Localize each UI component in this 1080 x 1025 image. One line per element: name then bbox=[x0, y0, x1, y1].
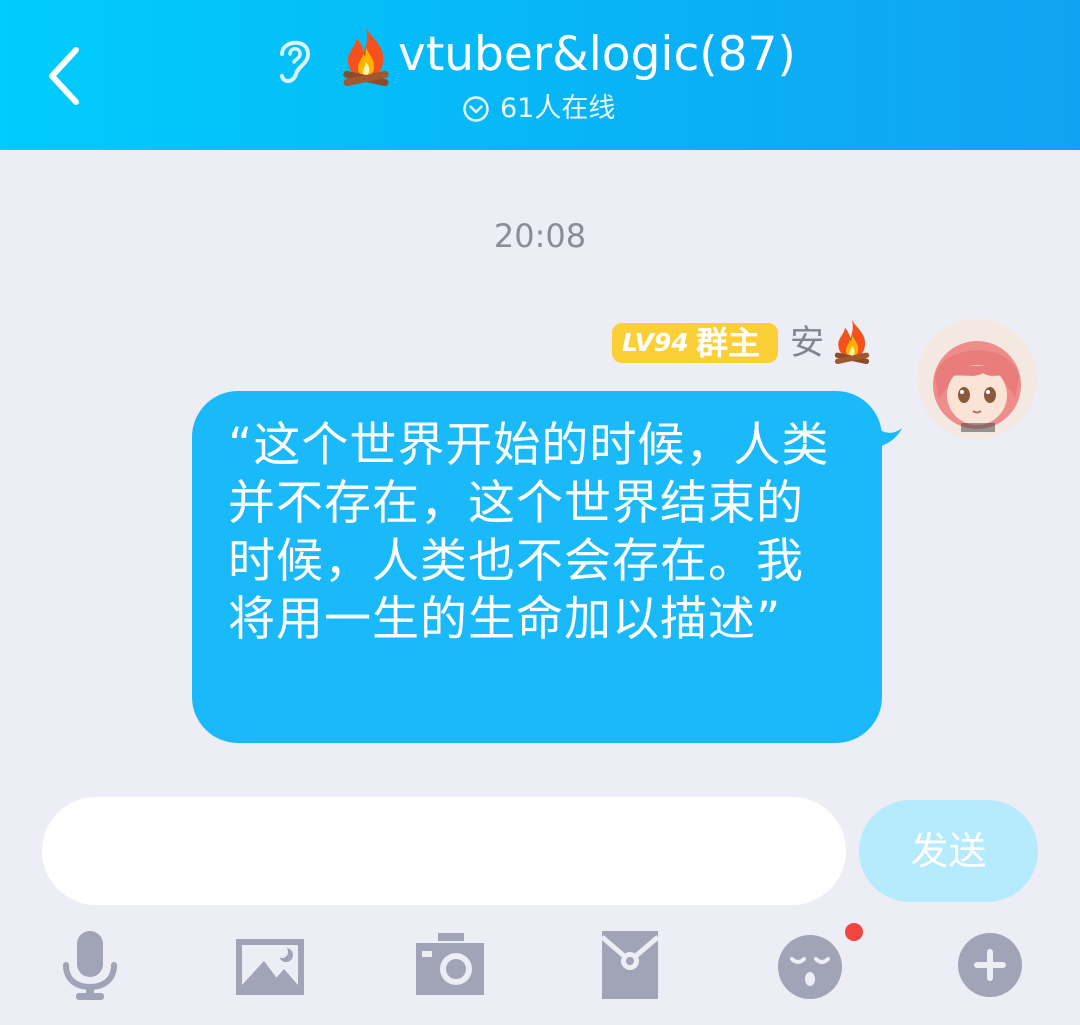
title-row: vtuber&logic(87) bbox=[0, 22, 1080, 92]
notification-dot bbox=[845, 923, 863, 941]
chevron-down-circle-icon bbox=[462, 95, 490, 123]
message-bubble[interactable]: “这个世界开始的时候，人类并不存在，这个世界结束的时候，人类也不会存在。我将用一… bbox=[192, 391, 882, 743]
group-title: vtuber&logic(87) bbox=[398, 27, 796, 82]
level-badge: LV94 群主 bbox=[612, 323, 778, 363]
level-label: LV94 bbox=[622, 328, 689, 357]
bubble-tail bbox=[866, 410, 904, 450]
sender-name[interactable]: 安 bbox=[790, 322, 824, 364]
send-button[interactable]: 发送 bbox=[859, 800, 1038, 902]
avatar[interactable] bbox=[917, 319, 1037, 439]
camera-icon[interactable] bbox=[410, 925, 490, 1005]
online-count: 61人在线 bbox=[500, 93, 616, 124]
ear-icon[interactable] bbox=[272, 32, 316, 88]
image-icon[interactable] bbox=[230, 925, 310, 1005]
role-label: 群主 bbox=[696, 324, 761, 362]
input-toolbar bbox=[0, 925, 1080, 1015]
chat-header: vtuber&logic(87) 61人在线 bbox=[0, 0, 1080, 150]
emoji-icon[interactable] bbox=[770, 925, 850, 1005]
message-text: “这个世界开始的时候，人类并不存在，这个世界结束的时候，人类也不会存在。我将用一… bbox=[228, 418, 830, 647]
fire-icon bbox=[337, 26, 395, 88]
message-input[interactable] bbox=[42, 797, 846, 905]
message-timestamp: 20:08 bbox=[493, 217, 587, 255]
microphone-icon[interactable] bbox=[50, 925, 130, 1005]
red-packet-icon[interactable] bbox=[590, 925, 670, 1005]
plus-icon[interactable] bbox=[950, 925, 1030, 1005]
fire-icon bbox=[830, 318, 874, 366]
